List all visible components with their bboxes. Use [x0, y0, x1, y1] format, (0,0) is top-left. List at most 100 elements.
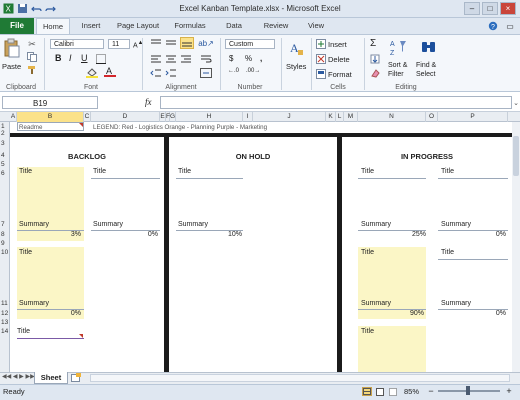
column-header[interactable]: O — [426, 112, 438, 122]
clear-icon[interactable] — [370, 68, 380, 78]
row-header[interactable]: 8 — [0, 231, 10, 238]
tab-data[interactable]: Data — [220, 18, 248, 34]
column-header[interactable]: A — [10, 112, 17, 122]
tab-review[interactable]: Review — [258, 18, 294, 34]
align-left-icon[interactable] — [150, 54, 162, 64]
align-right-icon[interactable] — [180, 54, 192, 64]
align-bottom-icon[interactable] — [180, 37, 194, 49]
page-layout-view-icon[interactable] — [375, 387, 385, 396]
page-break-view-icon[interactable] — [388, 387, 398, 396]
align-top-icon[interactable] — [150, 38, 162, 48]
tab-insert[interactable]: Insert — [74, 18, 108, 34]
normal-view-icon[interactable] — [362, 387, 372, 396]
help-icon[interactable]: ? — [488, 21, 498, 31]
column-header[interactable]: D — [91, 112, 160, 122]
wrap-text-icon[interactable] — [200, 54, 212, 64]
align-middle-icon[interactable] — [165, 38, 177, 48]
paste-button[interactable]: Paste — [2, 62, 21, 71]
row-header[interactable]: 1 — [0, 123, 10, 130]
insert-sheet-icon[interactable] — [71, 373, 81, 383]
delete-cells-icon[interactable] — [316, 54, 326, 64]
ribbon-minimize-icon[interactable]: ▭ — [504, 21, 516, 31]
format-cells-button[interactable]: Format — [328, 70, 352, 79]
row-header[interactable]: 5 — [0, 161, 10, 168]
percent-button[interactable]: % — [245, 54, 252, 63]
row-header[interactable]: 13 — [0, 319, 10, 326]
find-select-label-2[interactable]: Select — [416, 71, 435, 78]
fill-color-icon[interactable] — [86, 67, 98, 78]
font-color-icon[interactable]: A — [104, 66, 116, 78]
increase-decimal-icon[interactable]: ←.0 — [228, 68, 239, 74]
merge-center-icon[interactable] — [200, 68, 212, 78]
column-header[interactable]: C — [84, 112, 91, 122]
orientation-icon[interactable]: ab↗ — [198, 38, 214, 48]
copy-icon[interactable] — [27, 52, 37, 62]
insert-cells-button[interactable]: Insert — [328, 40, 347, 49]
paste-icon[interactable] — [3, 38, 21, 58]
styles-button[interactable]: Styles — [286, 62, 306, 71]
format-painter-icon[interactable] — [27, 65, 37, 75]
zoom-in-icon[interactable]: + — [504, 386, 514, 396]
tab-page-layout[interactable]: Page Layout — [112, 18, 164, 34]
row-header[interactable]: 14 — [0, 328, 10, 335]
column-header[interactable]: M — [344, 112, 358, 122]
column-header[interactable]: H — [176, 112, 243, 122]
zoom-level[interactable]: 85% — [404, 387, 419, 396]
format-cells-icon[interactable] — [316, 69, 326, 79]
column-header[interactable]: N — [358, 112, 426, 122]
row-header[interactable]: 9 — [0, 240, 10, 247]
column-header[interactable]: I — [243, 112, 253, 122]
row-header[interactable]: 12 — [0, 310, 10, 317]
borders-icon[interactable] — [96, 54, 106, 64]
vertical-scroll-thumb[interactable] — [513, 136, 519, 176]
find-select-label-1[interactable]: Find & — [416, 62, 436, 69]
currency-button[interactable]: $ — [229, 54, 233, 63]
italic-icon[interactable]: I — [69, 53, 72, 63]
font-size-dropdown[interactable]: 11 — [108, 39, 130, 49]
decrease-indent-icon[interactable] — [150, 68, 162, 78]
autosum-button[interactable]: Σ — [370, 38, 376, 49]
formula-input[interactable] — [160, 96, 512, 109]
column-header[interactable]: B — [17, 112, 84, 122]
comma-button[interactable]: , — [260, 54, 262, 63]
sort-filter-label-1[interactable]: Sort & — [388, 62, 407, 70]
zoom-slider-handle[interactable] — [466, 386, 470, 395]
tab-formulas[interactable]: Formulas — [170, 18, 210, 34]
readme-link[interactable]: Readme — [19, 124, 42, 131]
delete-cells-button[interactable]: Delete — [328, 55, 350, 64]
function-icon[interactable]: fx — [145, 97, 152, 107]
row-header[interactable]: 11 — [0, 300, 10, 307]
tab-home[interactable]: Home — [36, 18, 70, 34]
font-name-dropdown[interactable]: Calibri — [50, 39, 104, 49]
minimize-icon[interactable]: – — [464, 2, 480, 15]
sort-filter-label-2[interactable]: Filter — [388, 71, 404, 78]
fill-icon[interactable] — [370, 54, 380, 64]
sheet-tab[interactable]: Sheet — [34, 372, 68, 384]
sort-filter-icon[interactable]: AZ — [390, 38, 408, 58]
insert-cells-icon[interactable] — [316, 39, 326, 49]
maximize-icon[interactable]: □ — [482, 2, 498, 15]
align-center-icon[interactable] — [165, 54, 177, 64]
expand-formula-bar-icon[interactable]: ⌄ — [512, 96, 520, 109]
column-header[interactable]: P — [438, 112, 508, 122]
row-header[interactable]: 10 — [0, 249, 10, 256]
column-header[interactable]: L — [336, 112, 344, 122]
row-header[interactable]: 3 — [0, 140, 10, 147]
close-icon[interactable]: × — [500, 2, 516, 15]
find-select-icon[interactable] — [420, 38, 438, 58]
row-header[interactable]: 2 — [0, 130, 10, 137]
sheet-nav-icon[interactable]: ◀◀ ◀ ▶ ▶▶ — [2, 373, 35, 380]
name-box[interactable]: B19 — [2, 96, 98, 109]
zoom-out-icon[interactable]: − — [426, 386, 436, 396]
horizontal-scrollbar[interactable] — [90, 374, 510, 382]
row-header[interactable]: 6 — [0, 170, 10, 177]
tab-file[interactable]: File — [0, 18, 34, 34]
cut-icon[interactable]: ✂ — [27, 39, 37, 49]
row-header[interactable]: 7 — [0, 221, 10, 228]
column-header[interactable]: K — [326, 112, 336, 122]
increase-indent-icon[interactable] — [165, 68, 177, 78]
number-format-dropdown[interactable]: Custom — [225, 39, 275, 49]
tab-view[interactable]: View — [302, 18, 330, 34]
styles-icon[interactable]: A — [288, 40, 304, 56]
row-header[interactable]: 4 — [0, 152, 10, 159]
